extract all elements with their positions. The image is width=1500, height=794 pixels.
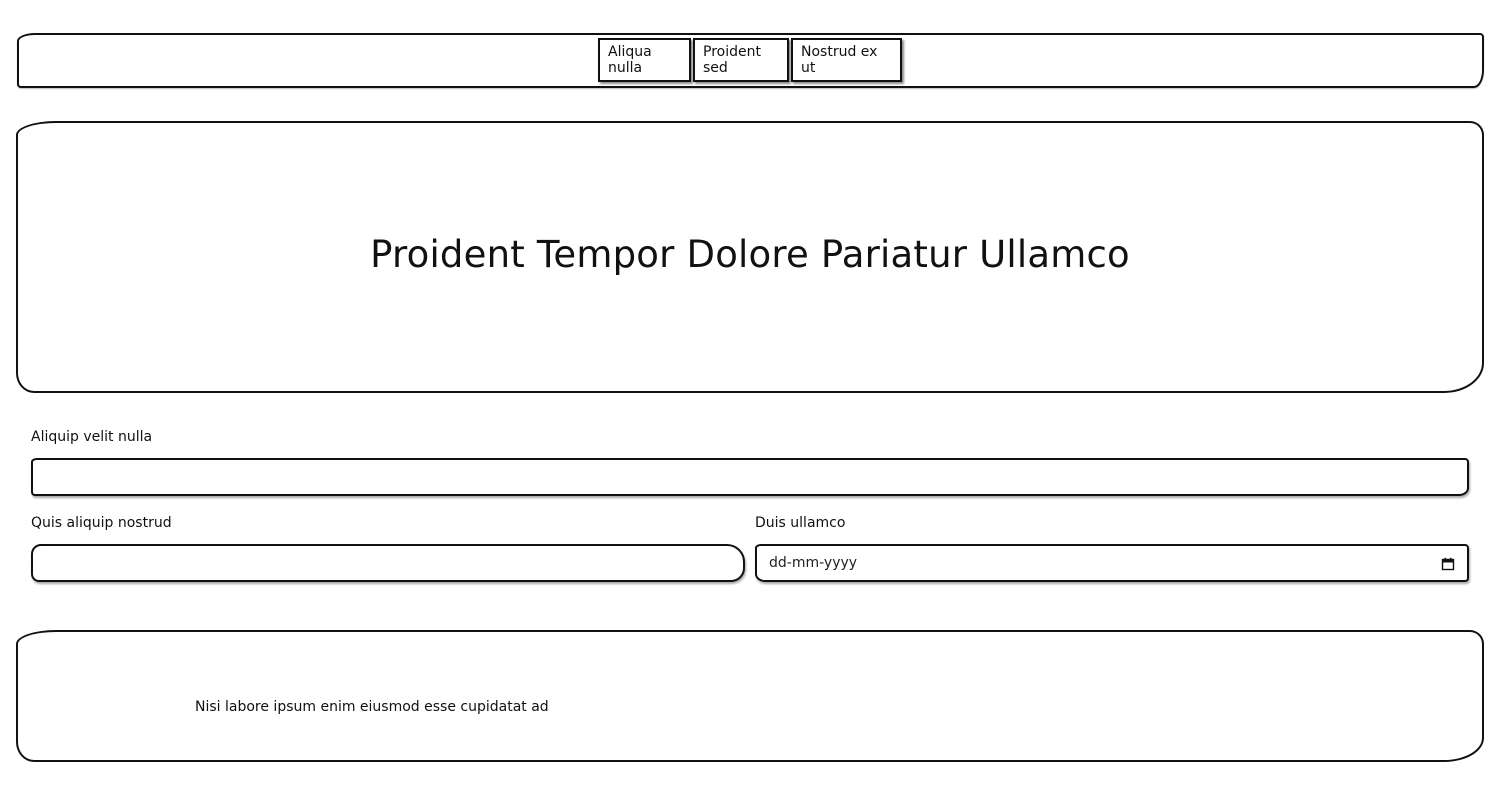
field-label-aliquip-velit-nulla: Aliquip velit nulla (31, 429, 153, 445)
text-input-quis-aliquip-nostrud[interactable] (31, 544, 745, 582)
hero-banner: Proident Tempor Dolore Pariatur Ullamco (16, 121, 1484, 393)
nav-button-aliqua-nulla[interactable]: Aliqua nulla (598, 38, 691, 82)
nav-button-proident-sed[interactable]: Proident sed (693, 38, 789, 82)
field-label-duis-ullamco: Duis ullamco (755, 515, 846, 531)
field-label-quis-aliquip-nostrud: Quis aliquip nostrud (31, 515, 172, 531)
text-input-aliquip-velit-nulla[interactable] (31, 458, 1469, 496)
date-placeholder: dd-mm-yyyy (769, 555, 858, 571)
nav-button-nostrud-ex-ut[interactable]: Nostrud ex ut (791, 38, 902, 82)
nav-button-group: Aliqua nulla Proident sed Nostrud ex ut (598, 38, 902, 82)
calendar-icon[interactable] (1441, 556, 1455, 571)
hero-title: Proident Tempor Dolore Pariatur Ullamco (370, 232, 1130, 276)
date-input-duis-ullamco[interactable]: dd-mm-yyyy (755, 544, 1469, 582)
footer-text: Nisi labore ipsum enim eiusmod esse cupi… (195, 699, 549, 715)
footer-card (16, 630, 1484, 762)
